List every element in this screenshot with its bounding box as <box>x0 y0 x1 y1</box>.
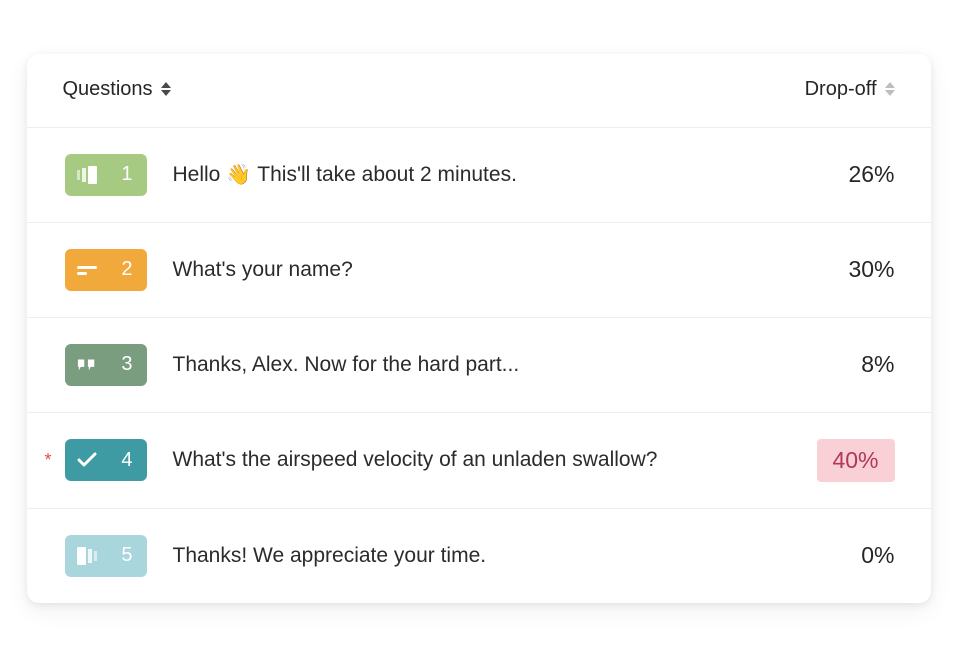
question-number: 4 <box>121 449 132 472</box>
column-header-questions[interactable]: Questions <box>63 78 171 101</box>
question-number: 1 <box>121 163 132 186</box>
question-text-part: Thanks, Alex. Now for the hard part... <box>173 353 520 377</box>
questions-header-label: Questions <box>63 78 153 101</box>
table-row[interactable]: 1 Hello 👋 This'll take about 2 minutes. … <box>27 127 931 222</box>
dropoff-value: 30% <box>817 256 895 283</box>
question-text: What's the airspeed velocity of an unlad… <box>173 448 817 472</box>
question-type-badge: 4 <box>65 439 147 481</box>
question-type-badge: 2 <box>65 249 147 291</box>
required-marker: * <box>45 451 59 469</box>
dropoff-value: 0% <box>817 542 895 569</box>
short-text-icon <box>77 260 97 280</box>
question-number: 5 <box>121 544 132 567</box>
question-text-part: What's the airspeed velocity of an unlad… <box>173 448 658 472</box>
question-text-part: This'll take about 2 minutes. <box>257 163 517 187</box>
question-text-part: Thanks! We appreciate your time. <box>173 544 487 568</box>
table-row[interactable]: 2 What's your name? 30% <box>27 222 931 317</box>
question-text-part: Hello <box>173 163 221 187</box>
dropoff-header-label: Drop-off <box>805 78 877 101</box>
sort-icon <box>885 82 895 96</box>
question-text: What's your name? <box>173 258 817 282</box>
dropoff-value: 8% <box>817 351 895 378</box>
question-type-badge: 5 <box>65 535 147 577</box>
question-number: 2 <box>121 258 132 281</box>
wave-emoji: 👋 <box>226 162 251 187</box>
question-type-badge: 3 <box>65 344 147 386</box>
statement-icon <box>77 355 97 375</box>
table-row[interactable]: 3 Thanks, Alex. Now for the hard part...… <box>27 317 931 412</box>
table-row[interactable]: 5 Thanks! We appreciate your time. 0% <box>27 508 931 603</box>
question-text: Thanks, Alex. Now for the hard part... <box>173 353 817 377</box>
question-number: 3 <box>121 353 132 376</box>
table-header: Questions Drop-off <box>27 54 931 127</box>
check-icon <box>77 450 97 470</box>
dropoff-value: 40% <box>817 439 895 482</box>
column-header-dropoff[interactable]: Drop-off <box>805 78 895 101</box>
question-text: Thanks! We appreciate your time. <box>173 544 817 568</box>
table-row[interactable]: * 4 What's the airspeed velocity of an u… <box>27 412 931 508</box>
questions-dropoff-table: Questions Drop-off 1 <box>27 54 931 603</box>
dropoff-value: 26% <box>817 161 895 188</box>
welcome-icon <box>77 165 97 185</box>
question-type-badge: 1 <box>65 154 147 196</box>
question-text-part: What's your name? <box>173 258 353 282</box>
question-text: Hello 👋 This'll take about 2 minutes. <box>173 162 817 187</box>
end-icon <box>77 546 97 566</box>
sort-icon <box>161 82 171 96</box>
